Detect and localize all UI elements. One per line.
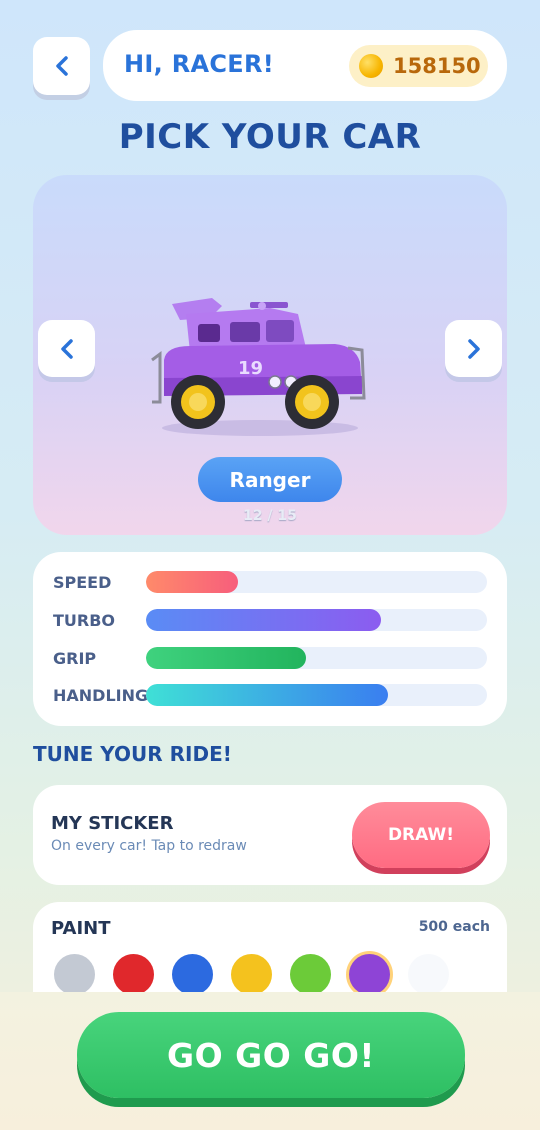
greeting-text: HI, RACER! <box>124 50 274 78</box>
stat-bar-fill <box>146 647 307 669</box>
coin-icon <box>359 54 383 78</box>
paint-swatch-purple[interactable] <box>349 954 390 995</box>
stat-bar-turbo <box>146 609 487 631</box>
sticker-title: MY STICKER <box>51 813 174 834</box>
stat-label-grip: GRIP <box>53 649 97 668</box>
draw-sticker-button[interactable]: DRAW! <box>352 802 490 868</box>
car-counter: 12 / 15 <box>243 508 297 524</box>
go-button[interactable]: GO GO GO! <box>77 1012 465 1098</box>
section-title: TUNE YOUR RIDE! <box>33 742 232 766</box>
previous-car-button[interactable] <box>38 320 95 377</box>
chevron-left-icon <box>60 338 73 359</box>
stat-bar-fill <box>146 571 239 593</box>
chevron-left-icon <box>55 56 68 76</box>
stat-bar-fill <box>146 609 382 631</box>
paint-swatch-gray[interactable] <box>54 954 95 995</box>
paint-title: PAINT <box>51 918 111 939</box>
paint-swatch-yellow[interactable] <box>231 954 272 995</box>
svg-text:19: 19 <box>238 358 263 379</box>
paint-swatch-white[interactable] <box>408 954 449 995</box>
back-button[interactable] <box>33 37 90 95</box>
page-title: PICK YOUR CAR <box>118 117 422 157</box>
stat-bar-handling <box>146 684 487 706</box>
stat-label-turbo: TURBO <box>53 611 116 630</box>
coin-amount: 158150 <box>393 54 481 78</box>
car-image: 19 <box>151 298 366 436</box>
paint-swatch-green[interactable] <box>290 954 331 995</box>
stat-label-speed: SPEED <box>53 573 112 592</box>
coin-balance: 158150 <box>349 45 488 87</box>
paint-swatch-blue[interactable] <box>172 954 213 995</box>
stat-bar-speed <box>146 571 487 593</box>
chevron-right-icon <box>467 338 480 359</box>
stat-bar-fill <box>146 684 389 706</box>
next-car-button[interactable] <box>445 320 502 377</box>
sticker-subtitle: On every car! Tap to redraw <box>51 838 247 854</box>
stat-bar-grip <box>146 647 487 669</box>
stat-label-handling: HANDLING <box>53 686 149 705</box>
paint-price: 500 each <box>418 919 490 935</box>
car-name-button[interactable]: Ranger <box>198 457 342 502</box>
paint-swatch-red[interactable] <box>113 954 154 995</box>
